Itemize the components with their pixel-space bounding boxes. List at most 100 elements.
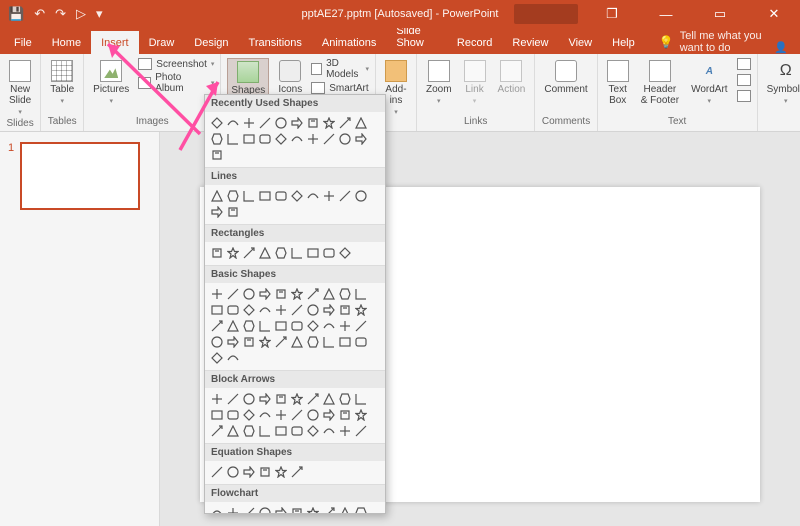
shape-glyph[interactable] [242,392,256,406]
shape-glyph[interactable] [338,335,352,349]
shape-glyph[interactable] [258,335,272,349]
shape-glyph[interactable] [274,319,288,333]
shape-glyph[interactable] [210,465,224,479]
shape-glyph[interactable] [226,287,240,301]
shape-glyph[interactable] [210,319,224,333]
shape-glyph[interactable] [322,392,336,406]
shape-glyph[interactable] [290,132,304,146]
shape-glyph[interactable] [226,132,240,146]
shape-glyph[interactable] [338,424,352,438]
shape-glyph[interactable] [290,189,304,203]
shape-glyph[interactable] [354,287,368,301]
shape-glyph[interactable] [274,116,288,130]
shape-glyph[interactable] [274,189,288,203]
shape-glyph[interactable] [338,319,352,333]
comment-button[interactable]: Comment [541,58,590,97]
shape-glyph[interactable] [338,408,352,422]
shape-glyph[interactable] [354,335,368,349]
tab-design[interactable]: Design [184,31,238,54]
3d-models-button[interactable]: 3D Models ▾ [311,58,369,80]
smartart-button[interactable]: SmartArt [311,82,369,94]
shape-glyph[interactable] [338,116,352,130]
shapes-gallery-dropdown[interactable]: Recently Used ShapesLinesRectanglesBasic… [204,94,386,514]
tab-help[interactable]: Help [602,31,645,54]
shape-glyph[interactable] [354,392,368,406]
tab-view[interactable]: View [558,31,602,54]
zoom-button[interactable]: Zoom▾ [423,58,455,107]
shape-glyph[interactable] [210,392,224,406]
shape-glyph[interactable] [242,408,256,422]
shape-glyph[interactable] [338,189,352,203]
shape-glyph[interactable] [210,287,224,301]
pictures-button[interactable]: Pictures ▾ [90,58,132,107]
shape-glyph[interactable] [242,424,256,438]
user-account[interactable] [514,4,578,24]
shape-glyph[interactable] [338,132,352,146]
shape-glyph[interactable] [322,303,336,317]
shape-glyph[interactable] [354,116,368,130]
action-button[interactable]: Action [495,58,529,97]
shape-glyph[interactable] [226,424,240,438]
tab-draw[interactable]: Draw [139,31,185,54]
slide-thumbnails-panel[interactable]: 1 [0,132,160,526]
shape-glyph[interactable] [258,506,272,514]
shape-glyph[interactable] [354,189,368,203]
shape-glyph[interactable] [274,246,288,260]
shape-glyph[interactable] [258,408,272,422]
shape-glyph[interactable] [322,506,336,514]
shape-glyph[interactable] [274,408,288,422]
shape-glyph[interactable] [210,132,224,146]
shape-glyph[interactable] [242,465,256,479]
shape-glyph[interactable] [258,392,272,406]
shape-glyph[interactable] [210,189,224,203]
shape-glyph[interactable] [210,303,224,317]
tab-transitions[interactable]: Transitions [239,31,312,54]
shape-glyph[interactable] [354,303,368,317]
shape-glyph[interactable] [274,424,288,438]
shape-glyph[interactable] [242,116,256,130]
shape-glyph[interactable] [226,116,240,130]
shape-glyph[interactable] [322,408,336,422]
shape-glyph[interactable] [322,424,336,438]
shape-glyph[interactable] [226,246,240,260]
addins-button[interactable]: Add- ins ▾ [382,58,410,118]
shape-glyph[interactable] [290,408,304,422]
shape-glyph[interactable] [306,303,320,317]
shape-glyph[interactable] [306,506,320,514]
shape-glyph[interactable] [322,246,336,260]
shape-glyph[interactable] [290,246,304,260]
text-extra-2[interactable] [737,74,751,86]
shape-glyph[interactable] [258,465,272,479]
shape-glyph[interactable] [210,335,224,349]
shape-glyph[interactable] [274,392,288,406]
shape-glyph[interactable] [242,506,256,514]
shape-glyph[interactable] [354,506,368,514]
shape-glyph[interactable] [306,132,320,146]
text-extra-3[interactable] [737,90,751,102]
shape-glyph[interactable] [242,319,256,333]
shape-glyph[interactable] [338,506,352,514]
screenshot-button[interactable]: Screenshot ▾ [138,58,214,70]
shape-glyph[interactable] [338,246,352,260]
shape-glyph[interactable] [242,132,256,146]
shape-glyph[interactable] [242,335,256,349]
tell-me-search[interactable]: 💡 Tell me what you want to do [659,30,775,54]
shape-glyph[interactable] [210,351,224,365]
slide-thumbnail[interactable] [20,142,140,210]
shape-glyph[interactable] [322,116,336,130]
shape-glyph[interactable] [226,408,240,422]
shape-glyph[interactable] [290,319,304,333]
shape-glyph[interactable] [306,287,320,301]
shape-glyph[interactable] [322,335,336,349]
shape-glyph[interactable] [274,465,288,479]
shape-glyph[interactable] [210,506,224,514]
shape-glyph[interactable] [306,246,320,260]
shape-glyph[interactable] [290,287,304,301]
shape-glyph[interactable] [274,287,288,301]
textbox-button[interactable]: Text Box [604,58,632,108]
shape-glyph[interactable] [226,335,240,349]
shape-glyph[interactable] [242,246,256,260]
shape-glyph[interactable] [210,205,224,219]
shape-glyph[interactable] [290,424,304,438]
symbols-button[interactable]: ΩSymbols▾ [764,58,800,107]
